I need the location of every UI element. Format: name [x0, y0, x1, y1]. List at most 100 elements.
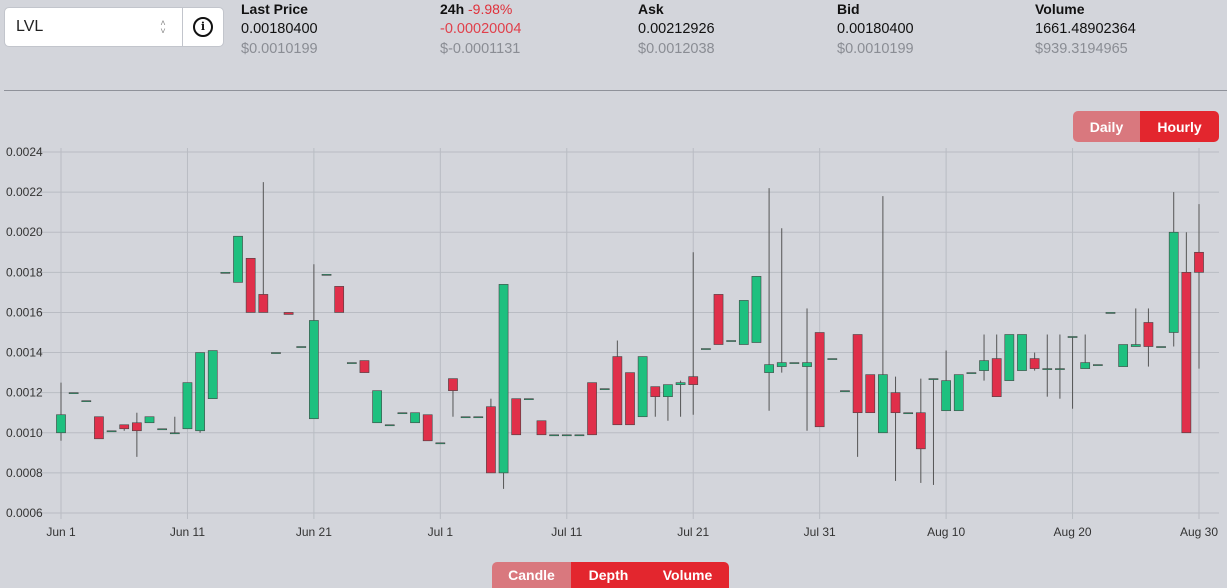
candle-body: [688, 376, 699, 385]
candle-body: [1156, 346, 1166, 348]
stat-label: Volume: [1035, 1, 1085, 17]
x-tick-label: Jul 21: [677, 525, 709, 539]
stat-volume: Volume 1661.48902364 $939.3194965: [1035, 0, 1136, 59]
candle-body: [372, 390, 382, 424]
stat-value: 0.00212926: [638, 21, 715, 37]
candle-body: [991, 358, 1002, 397]
y-tick-label: 0.0010: [6, 426, 43, 440]
candle-body: [321, 274, 332, 276]
candle-body: [1168, 231, 1179, 333]
stat-usd-value: $0.0010199: [837, 41, 914, 57]
candle-body: [561, 434, 572, 437]
x-tick-label: Jul 31: [804, 525, 836, 539]
candle-body: [776, 362, 787, 367]
candle-body: [751, 276, 762, 343]
candle-body: [359, 360, 370, 373]
candle-body: [68, 392, 79, 394]
candle-body: [1017, 334, 1027, 371]
stat-usd-value: $0.0012038: [638, 41, 715, 57]
candle-body: [536, 420, 547, 436]
candle-body: [473, 416, 484, 419]
candle-body: [258, 294, 269, 313]
y-tick-label: 0.0014: [6, 346, 43, 360]
info-button[interactable]: i: [183, 7, 224, 47]
candle-body: [1067, 336, 1078, 338]
candle-body: [650, 386, 661, 397]
candle-body: [663, 384, 673, 397]
x-tick-label: Jun 21: [296, 525, 332, 539]
candle-body: [233, 235, 243, 283]
candle-body: [1004, 334, 1015, 381]
stat-bid: Bid 0.00180400 $0.0010199: [837, 0, 914, 59]
candle-body: [1105, 312, 1116, 314]
x-tick-label: Jul 11: [551, 525, 582, 539]
candle-body: [675, 382, 686, 385]
y-tick-label: 0.0006: [6, 506, 43, 520]
candle-body: [220, 272, 231, 274]
candle-body: [890, 392, 901, 414]
x-tick-label: Jun 11: [170, 525, 205, 539]
stat-percent-change: -9.98%: [468, 1, 513, 17]
candle-body: [169, 432, 180, 435]
candle-body: [144, 416, 155, 424]
candle-body: [612, 356, 623, 426]
candle-tab[interactable]: Candle: [492, 562, 571, 588]
stat-label: Ask: [638, 1, 664, 17]
candle-body: [271, 352, 281, 354]
candlestick-chart: 0.0006 0.0008 0.0010 0.0012 0.0014 0.0016 0.00…: [6, 145, 1219, 539]
stat-usd-value: $-0.0001131: [440, 41, 521, 57]
candle-body: [486, 406, 496, 474]
updown-chevron-icon: ˄ ˅: [160, 18, 166, 36]
candle-body: [346, 362, 357, 364]
candle-body: [1029, 358, 1040, 369]
candle-body: [738, 300, 749, 345]
candle-body: [599, 388, 610, 390]
candle-body: [523, 398, 534, 400]
x-tick-label: Jul 1: [428, 525, 454, 539]
candle-body: [701, 348, 711, 350]
stat-ask: Ask 0.00212926 $0.0012038: [638, 0, 715, 59]
daily-button[interactable]: Daily: [1073, 111, 1140, 142]
x-tick-label: Aug 10: [927, 525, 965, 539]
stat-label: Bid: [837, 1, 860, 17]
candle-body: [827, 358, 838, 360]
stat-value: 0.00180400: [241, 21, 318, 37]
candle-body: [157, 428, 168, 431]
candle-body: [56, 414, 66, 434]
stat-label: 24h -9.98%: [440, 0, 521, 18]
pair-select[interactable]: LVL ˄ ˅: [4, 7, 183, 47]
candle-body: [865, 374, 876, 414]
candle-body: [245, 257, 256, 313]
candle-body: [119, 424, 130, 430]
candle-body: [410, 412, 420, 424]
candle-body: [422, 414, 433, 442]
depth-tab[interactable]: Depth: [571, 562, 646, 588]
stat-last-price: Last Price 0.00180400 $0.0010199: [241, 0, 318, 59]
candle-body: [789, 362, 800, 364]
candle-body: [448, 378, 458, 391]
candle-body: [903, 412, 914, 415]
candle-body: [132, 422, 142, 432]
candle-body: [1080, 362, 1091, 369]
candle-body: [384, 424, 395, 427]
volume-tab[interactable]: Volume: [646, 562, 729, 588]
candle-body: [195, 352, 205, 432]
y-tick-label: 0.0008: [6, 466, 43, 480]
candle-body: [1194, 251, 1204, 273]
candle-body: [283, 312, 294, 315]
candle-body: [1092, 364, 1103, 366]
stat-usd-value: $939.3194965: [1035, 41, 1128, 57]
candle-body: [625, 372, 635, 426]
candle-body: [637, 356, 648, 418]
candle-body: [915, 412, 926, 450]
stat-label-text: 24h: [440, 1, 465, 17]
candle-body: [802, 362, 812, 367]
y-tick-label: 0.0022: [6, 185, 43, 199]
candle-body: [574, 434, 585, 437]
candle-body: [1181, 272, 1192, 434]
hourly-button[interactable]: Hourly: [1140, 111, 1219, 142]
candle-body: [979, 360, 989, 371]
candle-body: [587, 382, 597, 436]
candle-body: [713, 294, 724, 345]
candle-body: [106, 430, 117, 433]
